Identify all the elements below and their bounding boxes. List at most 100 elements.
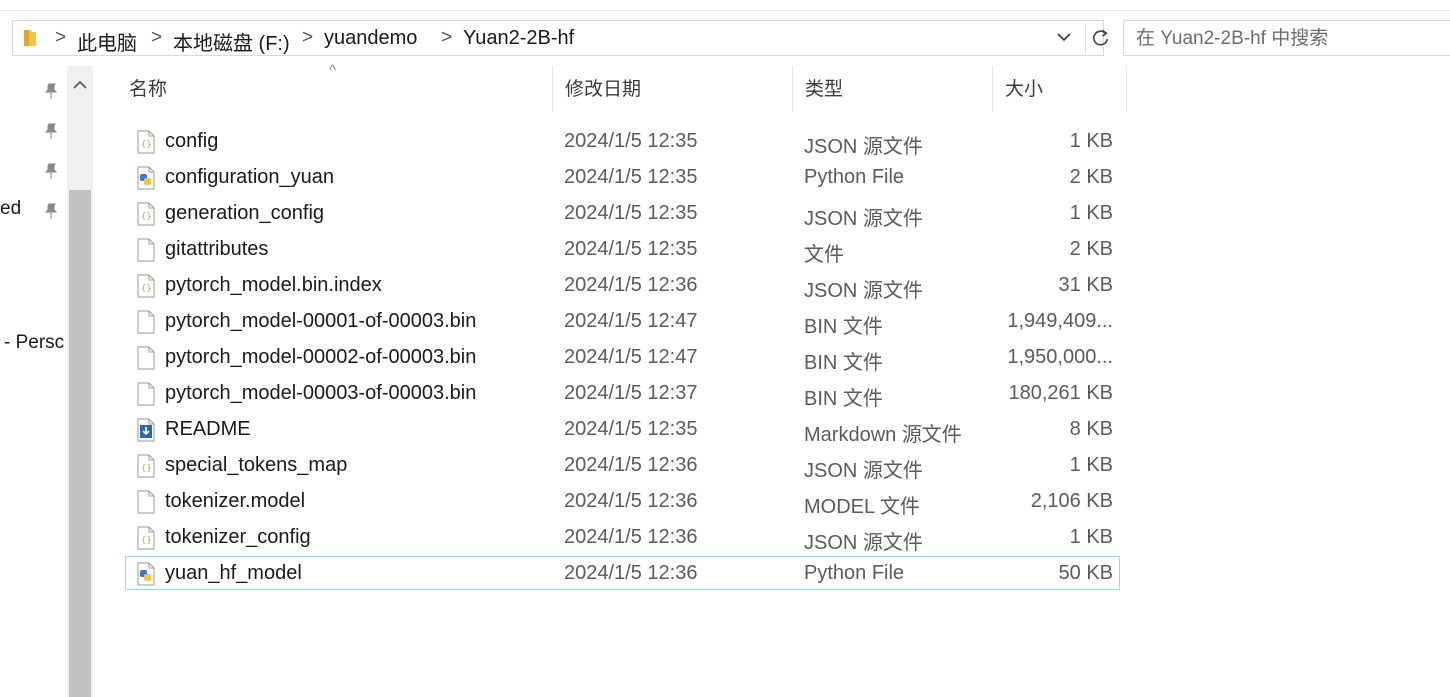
file-row[interactable]: tokenizer.model 2024/1/5 12:36 MODEL 文件 2,1… xyxy=(125,484,1120,518)
file-name: yuan_hf_model xyxy=(165,562,302,584)
svg-text:{}: {} xyxy=(141,284,152,294)
file-row[interactable]: {} pytorch_model.bin.index 2024/1/5 12:36 J… xyxy=(125,268,1120,302)
file-type: JSON 源文件 xyxy=(804,460,923,482)
breadcrumb-separator[interactable]: > xyxy=(55,27,66,49)
breadcrumb-yuandemo[interactable]: yuandemo xyxy=(324,27,417,50)
svg-text:{}: {} xyxy=(141,536,152,546)
file-row[interactable]: README 2024/1/5 12:35 Markdown 源文件 8 KB xyxy=(125,412,1120,446)
file-modified-date: 2024/1/5 12:36 xyxy=(564,526,698,548)
markdown-file-icon xyxy=(136,418,156,442)
file-type: Python File xyxy=(804,166,905,188)
svg-text:{}: {} xyxy=(141,140,152,150)
file-type: JSON 源文件 xyxy=(804,208,923,230)
file-size: 1,949,409... xyxy=(1007,310,1113,332)
breadcrumb-drive-f[interactable]: 本地磁盘 (F:) xyxy=(173,27,290,56)
file-name: pytorch_model-00002-of-00003.bin xyxy=(165,346,477,368)
file-row[interactable]: {} config 2024/1/5 12:35 JSON 源文件 1 KB xyxy=(125,124,1120,158)
file-size: 8 KB xyxy=(1069,418,1113,440)
file-modified-date: 2024/1/5 12:47 xyxy=(564,310,698,332)
file-size: 180,261 KB xyxy=(1008,382,1113,404)
nav-item-label[interactable]: - Persc xyxy=(4,332,64,354)
file-row[interactable]: {} tokenizer_config 2024/1/5 12:36 JSON 源文件… xyxy=(125,520,1120,554)
pin-icon[interactable] xyxy=(43,162,59,180)
file-row[interactable]: pytorch_model-00001-of-00003.bin 2024/1/5… xyxy=(125,304,1120,338)
file-modified-date: 2024/1/5 12:35 xyxy=(564,166,698,188)
chevron-down-icon[interactable] xyxy=(1056,29,1072,45)
file-name: generation_config xyxy=(165,202,325,224)
breadcrumb-separator[interactable]: > xyxy=(151,27,162,49)
file-row[interactable]: {} generation_config 2024/1/5 12:35 JSON 源文… xyxy=(125,196,1120,230)
blank-file-icon xyxy=(136,382,156,406)
pin-icon[interactable] xyxy=(43,122,59,140)
column-header-size[interactable]: 大小 xyxy=(993,66,1127,112)
file-size: 2,106 KB xyxy=(1030,490,1113,512)
blank-file-icon xyxy=(136,310,156,334)
file-modified-date: 2024/1/5 12:35 xyxy=(564,418,698,440)
breadcrumb-separator[interactable]: > xyxy=(302,27,313,49)
column-header-name[interactable]: 名称 xyxy=(117,66,553,112)
file-row[interactable]: gitattributes 2024/1/5 12:35 文件 2 KB xyxy=(125,232,1120,266)
file-size: 31 KB xyxy=(1058,274,1113,296)
scroll-up-icon[interactable] xyxy=(67,66,93,106)
search-input[interactable] xyxy=(1134,22,1448,56)
file-modified-date: 2024/1/5 12:35 xyxy=(564,238,698,260)
file-name: special_tokens_map xyxy=(165,454,348,476)
file-row[interactable]: configuration_yuan 2024/1/5 12:35 Python F… xyxy=(125,160,1120,194)
file-row[interactable]: pytorch_model-00003-of-00003.bin 2024/1/5… xyxy=(125,376,1120,410)
blank-file-icon xyxy=(136,346,156,370)
column-header-date[interactable]: 修改日期 xyxy=(553,66,793,112)
file-size: 1 KB xyxy=(1069,454,1113,476)
file-size: 1 KB xyxy=(1069,202,1113,224)
window-top-edge xyxy=(0,0,1450,11)
refresh-icon[interactable] xyxy=(1085,24,1115,54)
pin-icon[interactable] xyxy=(43,82,59,100)
file-size: 2 KB xyxy=(1069,238,1113,260)
python-file-icon xyxy=(136,562,156,586)
file-name: gitattributes xyxy=(165,238,269,260)
file-name: tokenizer_config xyxy=(165,526,311,548)
file-size: 1 KB xyxy=(1069,526,1113,548)
file-name: tokenizer.model xyxy=(165,490,306,512)
file-name: config xyxy=(165,130,219,152)
pin-icon[interactable] xyxy=(43,202,59,220)
file-name: pytorch_model.bin.index xyxy=(165,274,382,296)
python-file-icon xyxy=(136,166,156,190)
file-type: MODEL 文件 xyxy=(804,496,920,518)
scrollbar-thumb[interactable] xyxy=(69,190,91,697)
json-file-icon: {} xyxy=(136,274,156,298)
file-type: JSON 源文件 xyxy=(804,280,923,302)
file-name: pytorch_model-00003-of-00003.bin xyxy=(165,382,477,404)
file-modified-date: 2024/1/5 12:36 xyxy=(564,562,698,584)
file-type: JSON 源文件 xyxy=(804,136,923,158)
file-row[interactable]: {} special_tokens_map 2024/1/5 12:36 JSON 源… xyxy=(125,448,1120,482)
file-size: 50 KB xyxy=(1058,562,1113,584)
address-bar[interactable]: > 此电脑 > 本地磁盘 (F:) > yuandemo > Yuan2-2B-… xyxy=(12,20,1109,56)
file-list: ^ 名称 修改日期 类型 大小 {} config 2024/1/5 12:35 JS… xyxy=(93,62,1450,697)
file-modified-date: 2024/1/5 12:36 xyxy=(564,454,698,476)
file-type: Python File xyxy=(804,562,905,584)
column-header-type[interactable]: 类型 xyxy=(793,66,993,112)
nav-item-label[interactable]: ed xyxy=(0,198,21,220)
file-name: configuration_yuan xyxy=(165,166,335,188)
breadcrumb-this-pc[interactable]: 此电脑 xyxy=(77,27,137,56)
navigation-pane: ed - Persc xyxy=(0,66,67,697)
search-box[interactable] xyxy=(1123,20,1450,56)
file-name: pytorch_model-00001-of-00003.bin xyxy=(165,310,477,332)
json-file-icon: {} xyxy=(136,202,156,226)
breadcrumb-yuan2-2b-hf[interactable]: Yuan2-2B-hf xyxy=(463,27,574,50)
file-modified-date: 2024/1/5 12:36 xyxy=(564,274,698,296)
file-size: 1,950,000... xyxy=(1007,346,1113,368)
svg-text:{}: {} xyxy=(141,464,152,474)
folder-icon xyxy=(24,30,36,46)
blank-file-icon xyxy=(136,238,156,262)
nav-scrollbar[interactable] xyxy=(67,66,93,697)
file-modified-date: 2024/1/5 12:35 xyxy=(564,130,698,152)
blank-file-icon xyxy=(136,490,156,514)
file-row[interactable]: yuan_hf_model 2024/1/5 12:36 Python File 50… xyxy=(125,556,1120,590)
file-name: README xyxy=(165,418,251,440)
file-type: BIN 文件 xyxy=(804,388,883,410)
file-type: JSON 源文件 xyxy=(804,532,923,554)
file-type: BIN 文件 xyxy=(804,316,883,338)
file-row[interactable]: pytorch_model-00002-of-00003.bin 2024/1/5… xyxy=(125,340,1120,374)
breadcrumb-separator[interactable]: > xyxy=(441,27,452,49)
